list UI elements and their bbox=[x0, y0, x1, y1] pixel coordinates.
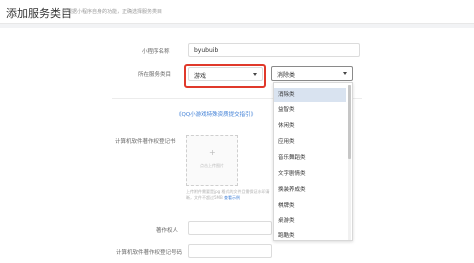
dropdown-option[interactable]: 跑酷类 bbox=[274, 229, 346, 240]
category-dropdown-list: 消除类 益智类 休闲类 应用类 音乐舞蹈类 文字剧情类 换装养成类 棋牌类 桌游… bbox=[273, 82, 353, 241]
dropdown-option[interactable]: 音乐舞蹈类 bbox=[274, 151, 346, 165]
chevron-down-icon bbox=[343, 72, 347, 75]
mini-program-name-field[interactable]: byubuib bbox=[188, 43, 360, 57]
copyright-reg-no-field[interactable] bbox=[188, 244, 272, 258]
category-secondary-select[interactable]: 消除类 bbox=[271, 66, 353, 81]
dropdown-option[interactable]: 益智类 bbox=[274, 103, 346, 117]
dropdown-option[interactable]: 桌游类 bbox=[274, 214, 346, 228]
scrollbar-thumb[interactable] bbox=[348, 85, 351, 159]
view-example-link[interactable]: 查看示例 bbox=[224, 195, 240, 200]
dropdown-option[interactable]: 棋牌类 bbox=[274, 199, 346, 213]
copyright-owner-label: 著作权人 bbox=[156, 228, 179, 234]
page-header: 添加服务类目 请根据小程序自身的功能，正确选择服务类目 bbox=[0, 0, 474, 24]
dropdown-option[interactable]: 休闲类 bbox=[274, 119, 346, 133]
copyright-reg-no-label: 计算机软件著作权登记号码 bbox=[116, 250, 183, 256]
mini-program-name-value: byubuib bbox=[194, 47, 219, 54]
dropdown-scrollbar[interactable] bbox=[348, 85, 351, 240]
category-primary-value: 游戏 bbox=[194, 73, 207, 80]
plus-icon: + bbox=[209, 148, 216, 157]
dropdown-option[interactable]: 文字剧情类 bbox=[274, 167, 346, 181]
category-secondary-value: 消除类 bbox=[277, 72, 296, 79]
upload-hint: 上传附件需要是jpg 格式的文件且需保证水印清晰，文件不超过5MB 查看示例 bbox=[186, 189, 276, 201]
dropdown-option[interactable]: 应用类 bbox=[274, 135, 346, 149]
chevron-down-icon bbox=[253, 73, 257, 76]
upload-text: 点击上传图片 bbox=[200, 163, 224, 168]
upload-box[interactable]: + 点击上传图片 bbox=[186, 135, 238, 186]
mini-program-name-label: 小程序名称 bbox=[142, 49, 170, 55]
copyright-owner-field[interactable] bbox=[188, 221, 272, 235]
dropdown-option[interactable]: 换装养成类 bbox=[274, 183, 346, 197]
category-primary-select[interactable]: 游戏 bbox=[188, 67, 263, 81]
qq-game-guide-link[interactable]: 《QQ小游戏特殊资质提交指引》 bbox=[176, 110, 256, 118]
category-label: 所在服务类目 bbox=[138, 72, 172, 78]
page-subtitle: 请根据小程序自身的功能，正确选择服务类目 bbox=[62, 9, 163, 15]
dropdown-option[interactable]: 消除类 bbox=[274, 88, 346, 102]
software-copyright-label: 计算机软件著作权登记书 bbox=[115, 139, 176, 145]
